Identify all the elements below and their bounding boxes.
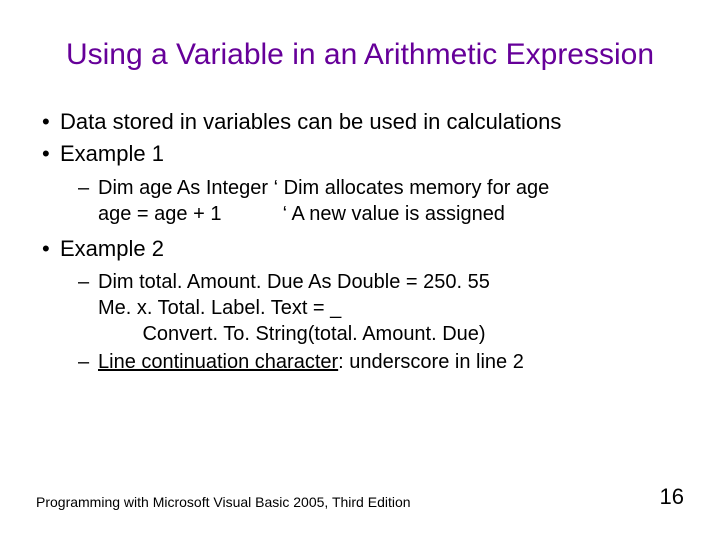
dash-marker: – <box>78 175 98 201</box>
bullet-text: Example 2 <box>60 235 684 264</box>
code-line: Dim total. Amount. Due As Double = 250. … <box>98 269 684 295</box>
sub-bullet-suffix: : underscore in line 2 <box>338 351 524 373</box>
underlined-term: Line continuation character <box>98 351 338 373</box>
footer: Programming with Microsoft Visual Basic … <box>36 484 684 510</box>
sub-bullet-item: – Line continuation character: underscor… <box>78 349 684 375</box>
code-line: age = age + 1 ‘ A new value is assigned <box>98 201 684 227</box>
sub-bullet-text: Dim total. Amount. Due As Double = 250. … <box>98 269 684 347</box>
footer-text: Programming with Microsoft Visual Basic … <box>36 494 411 510</box>
sub-bullet-text: Dim age As Integer ‘ Dim allocates memor… <box>98 175 684 227</box>
sub-bullet-item: – Dim age As Integer ‘ Dim allocates mem… <box>78 175 684 227</box>
bullet-item: • Example 2 <box>42 235 684 264</box>
code-line: Me. x. Total. Label. Text = _ <box>98 295 684 321</box>
sub-bullet-item: – Dim total. Amount. Due As Double = 250… <box>78 269 684 347</box>
dash-marker: – <box>78 269 98 295</box>
bullet-item: • Data stored in variables can be used i… <box>42 108 684 137</box>
bullet-text: Example 1 <box>60 140 684 169</box>
bullet-marker: • <box>42 108 60 137</box>
bullet-item: • Example 1 <box>42 140 684 169</box>
page-number: 16 <box>660 484 684 510</box>
dash-marker: – <box>78 349 98 375</box>
sub-bullet-text: Line continuation character: underscore … <box>98 349 684 375</box>
bullet-marker: • <box>42 235 60 264</box>
slide: Using a Variable in an Arithmetic Expres… <box>0 0 720 540</box>
slide-title: Using a Variable in an Arithmetic Expres… <box>36 36 684 74</box>
code-line: Dim age As Integer ‘ Dim allocates memor… <box>98 175 684 201</box>
bullet-list: • Data stored in variables can be used i… <box>36 108 684 376</box>
bullet-text: Data stored in variables can be used in … <box>60 108 684 137</box>
code-line: Convert. To. String(total. Amount. Due) <box>98 321 684 347</box>
bullet-marker: • <box>42 140 60 169</box>
